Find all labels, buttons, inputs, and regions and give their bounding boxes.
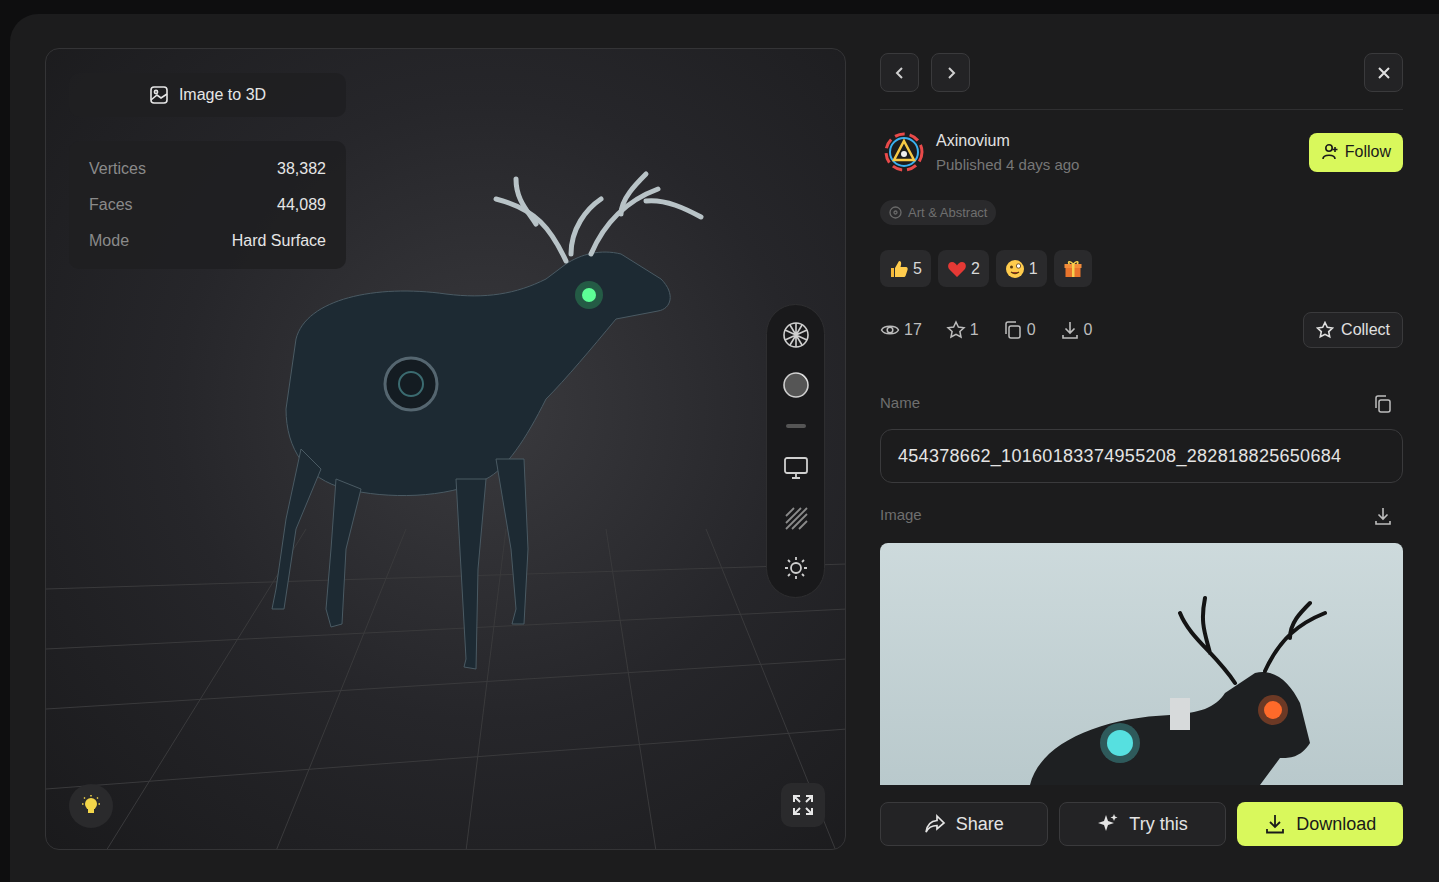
image-header: Image: [880, 507, 1403, 524]
heart-icon: [947, 259, 967, 279]
chevron-left-icon: [893, 66, 907, 80]
reaction-chip[interactable]: 5: [880, 250, 931, 287]
source-image: [880, 543, 1403, 785]
expand-icon: [792, 794, 814, 816]
thumbs-up-icon: [889, 259, 909, 279]
stat-value: 38,382: [277, 157, 326, 181]
category-tag[interactable]: Art & Abstract: [880, 200, 996, 225]
action-label: Try this: [1129, 811, 1187, 838]
author-name[interactable]: Axinovium: [936, 131, 1079, 151]
stat-count: 0: [1084, 318, 1093, 342]
stat-row: Vertices 38,382: [89, 151, 326, 187]
name-value: 454378662_10160183374955208_282818825650…: [898, 443, 1341, 470]
author-row: Axinovium Published 4 days ago Follow: [880, 131, 1403, 173]
model-viewer[interactable]: Image to 3D Vertices 38,382 Faces 44,089 Mod…: [45, 48, 846, 850]
mode-badge: Image to 3D: [69, 73, 346, 117]
stat-row: Faces 44,089: [89, 187, 326, 223]
copy-icon[interactable]: [1373, 394, 1393, 414]
texture-icon[interactable]: [783, 505, 809, 531]
reaction-count: 1: [1029, 257, 1038, 281]
nav-row: [880, 53, 1403, 92]
reactions: 5 2 1: [880, 250, 1403, 287]
star-icon: [1316, 321, 1334, 339]
name-field[interactable]: 454378662_10160183374955208_282818825650…: [880, 429, 1403, 483]
model-modal: Image to 3D Vertices 38,382 Faces 44,089 Mod…: [10, 14, 1439, 882]
stat-label: Mode: [89, 229, 129, 253]
star-icon: [946, 320, 966, 340]
fullscreen-button[interactable]: [781, 783, 825, 827]
stat-item: 0: [1003, 318, 1036, 342]
previous-button[interactable]: [880, 53, 919, 92]
share-icon: [924, 813, 946, 835]
collect-button[interactable]: Collect: [1303, 312, 1403, 348]
mode-badge-label: Image to 3D: [179, 83, 266, 107]
reaction-chip[interactable]: [1054, 250, 1092, 287]
stat-count: 17: [904, 318, 922, 342]
silly-face-icon: [1005, 259, 1025, 279]
download-button[interactable]: Download: [1237, 802, 1403, 846]
stats-row: 17 1 0 0 Collect: [880, 312, 1403, 348]
toolbar-divider: [786, 424, 806, 428]
stat-count: 1: [970, 318, 979, 342]
add-user-icon: [1321, 143, 1339, 161]
stat-count: 0: [1027, 318, 1036, 342]
lighting-button[interactable]: [69, 784, 113, 828]
stat-value: 44,089: [277, 193, 326, 217]
eye-icon: [880, 320, 900, 340]
stat-row: Mode Hard Surface: [89, 223, 326, 259]
action-label: Share: [956, 811, 1004, 838]
reaction-count: 5: [913, 257, 922, 281]
action-label: Download: [1296, 811, 1376, 838]
sparkle-icon: [1097, 813, 1119, 835]
stat-label: Vertices: [89, 157, 146, 181]
stat-item: 17: [880, 318, 922, 342]
bulb-icon: [79, 794, 103, 818]
next-button[interactable]: [931, 53, 970, 92]
stats: 17 1 0 0: [880, 318, 1093, 342]
view-toolbar: [766, 304, 825, 598]
stat-item: 1: [946, 318, 979, 342]
divider: [880, 109, 1403, 110]
stat-label: Faces: [89, 193, 133, 217]
copy-icon: [1003, 320, 1023, 340]
top-strip: [0, 0, 1439, 14]
stat-value: Hard Surface: [232, 229, 326, 253]
chevron-right-icon: [944, 66, 958, 80]
light-icon[interactable]: [783, 555, 809, 581]
details-panel: Axinovium Published 4 days ago Follow Ar…: [880, 48, 1403, 882]
shaded-icon[interactable]: [782, 371, 810, 399]
reaction-count: 2: [971, 257, 980, 281]
follow-label: Follow: [1345, 140, 1391, 164]
wireframe-icon[interactable]: [782, 321, 810, 349]
reaction-chip[interactable]: 1: [996, 250, 1047, 287]
close-button[interactable]: [1364, 53, 1403, 92]
mesh-stats: Vertices 38,382 Faces 44,089 Mode Hard Surfac…: [69, 141, 346, 269]
image-label: Image: [880, 504, 922, 527]
name-label: Name: [880, 392, 920, 415]
try-button[interactable]: Try this: [1059, 802, 1227, 846]
action-bar: Share Try this Download: [880, 802, 1403, 846]
share-button[interactable]: Share: [880, 802, 1048, 846]
monitor-icon[interactable]: [783, 455, 809, 481]
collect-label: Collect: [1341, 318, 1390, 342]
gift-icon: [1063, 259, 1083, 279]
download-icon: [1060, 320, 1080, 340]
tag-icon: [889, 206, 902, 219]
follow-button[interactable]: Follow: [1309, 133, 1403, 172]
download-icon: [1264, 813, 1286, 835]
close-icon: [1377, 66, 1391, 80]
name-header: Name: [880, 395, 1403, 412]
download-icon[interactable]: [1373, 506, 1393, 526]
image-icon: [149, 85, 169, 105]
reaction-chip[interactable]: 2: [938, 250, 989, 287]
tag-label: Art & Abstract: [908, 203, 987, 223]
stat-item: 0: [1060, 318, 1093, 342]
published-date: Published 4 days ago: [936, 156, 1079, 174]
author-avatar-icon[interactable]: [884, 132, 924, 172]
